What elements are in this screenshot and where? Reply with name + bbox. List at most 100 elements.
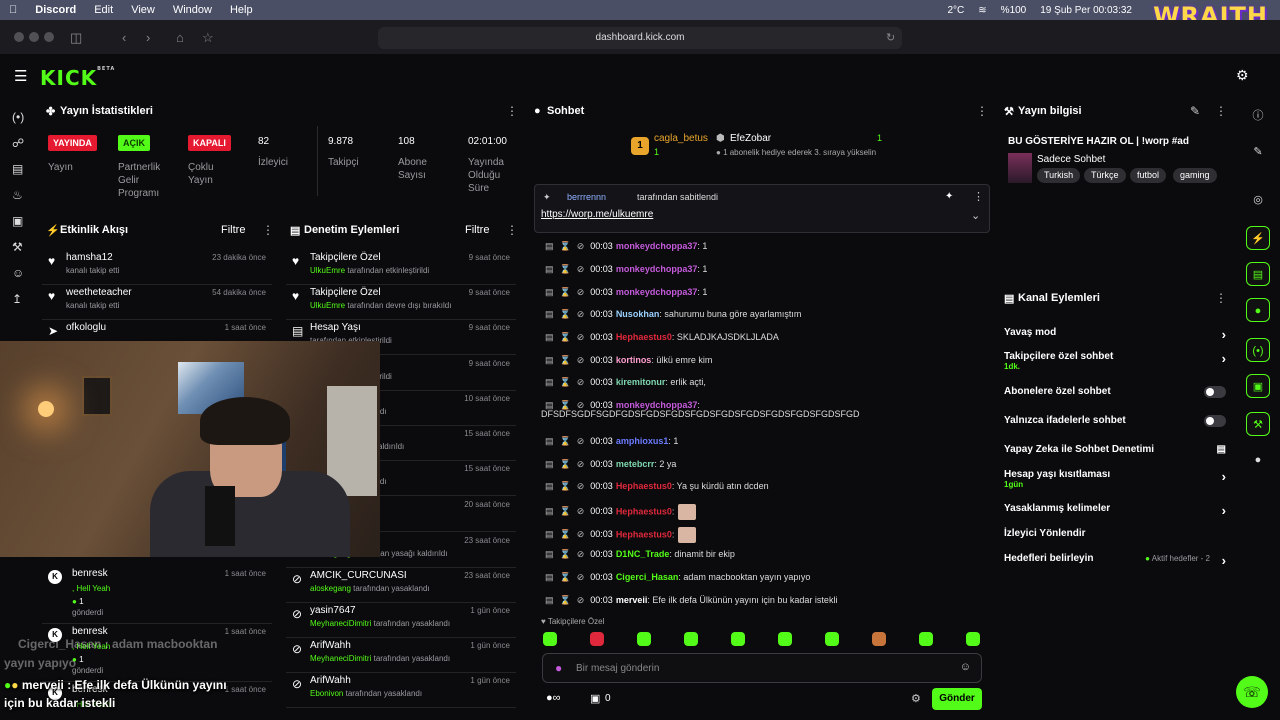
stats-menu-icon[interactable]: ⋮: [506, 104, 518, 118]
chat-settings-icon[interactable]: ⚙: [911, 692, 921, 705]
wrench-icon[interactable]: ⚒: [12, 240, 23, 254]
chat-username[interactable]: Hephaestus0: [616, 529, 672, 539]
chevron-right-icon[interactable]: ›: [1222, 553, 1226, 568]
chat-username[interactable]: monkeydchoppa37: [616, 287, 698, 297]
moderation-moderator[interactable]: aloskegang: [310, 584, 351, 593]
delete-icon[interactable]: ▤: [545, 309, 554, 319]
chat-username[interactable]: Cigerci_Hasan: [616, 572, 679, 582]
chat-username[interactable]: Hephaestus0: [616, 506, 672, 516]
tool-icon[interactable]: ⚒: [1246, 412, 1270, 436]
emoji-icon[interactable]: ☺: [960, 661, 971, 673]
window-zoom-button[interactable]: [44, 32, 54, 42]
timeout-icon[interactable]: ⌛: [560, 436, 571, 446]
loyalty-points-icon[interactable]: ●∞: [546, 692, 561, 704]
moderation-moderator[interactable]: MeyhaneciDimitri: [310, 619, 371, 628]
emote-button[interactable]: [590, 632, 604, 646]
pinned-link[interactable]: https://worp.me/ulkuemre: [541, 209, 653, 220]
delete-icon[interactable]: ▤: [545, 377, 554, 387]
pinned-by-user[interactable]: berrrennn: [567, 192, 606, 202]
sidebar-toggle-icon[interactable]: ◫: [70, 30, 82, 46]
unpin-icon[interactable]: ✦: [945, 191, 953, 202]
channel-action-row[interactable]: Yasaklanmış kelimeler ›: [1004, 503, 1226, 518]
tag-chip[interactable]: gaming: [1173, 168, 1217, 183]
pinned-menu-icon[interactable]: ⋮: [973, 190, 984, 203]
timeout-icon[interactable]: ⌛: [560, 332, 571, 342]
ban-icon[interactable]: ⊘: [577, 459, 585, 469]
activity-user[interactable]: benresk: [72, 568, 108, 579]
timeout-icon[interactable]: ⌛: [560, 309, 571, 319]
toggle-switch[interactable]: [1204, 415, 1226, 427]
address-bar[interactable]: dashboard.kick.com: [378, 27, 902, 49]
channel-action-row[interactable]: Yalnızca ifadelerle sohbet: [1004, 415, 1226, 427]
delete-icon[interactable]: ▤: [545, 529, 554, 539]
timeout-icon[interactable]: ⌛: [560, 287, 571, 297]
delete-icon[interactable]: ▤: [545, 264, 554, 274]
channel-action-row[interactable]: Yavaş mod ›: [1004, 327, 1226, 342]
emote-button[interactable]: [778, 632, 792, 646]
menu-edit[interactable]: Edit: [85, 4, 122, 16]
moderation-moderator[interactable]: UlkuEmre: [310, 266, 345, 275]
apple-icon[interactable]: : [0, 4, 26, 16]
moderation-moderator[interactable]: MeyhaneciDimitri: [310, 654, 371, 663]
menu-window[interactable]: Window: [164, 4, 221, 16]
delete-icon[interactable]: ▤: [545, 287, 554, 297]
channel-action-row[interactable]: Takipçilere özel sohbet 1dk. ›: [1004, 351, 1226, 371]
microphone-icon[interactable]: ●: [555, 661, 562, 675]
trophy-icon[interactable]: ♨: [12, 188, 23, 202]
ban-icon[interactable]: ⊘: [577, 549, 585, 559]
activity-user[interactable]: hamsha12: [66, 252, 113, 263]
broadcast-rail-icon[interactable]: (•): [1246, 338, 1270, 362]
analytics-icon[interactable]: ▤: [12, 162, 23, 176]
chevron-down-icon[interactable]: ⌄: [971, 209, 980, 222]
edit-icon[interactable]: ✎: [1190, 104, 1200, 118]
link-icon[interactable]: ☍: [12, 136, 24, 150]
delete-icon[interactable]: ▤: [545, 572, 554, 582]
window-minimize-button[interactable]: [29, 32, 39, 42]
channel-action-row[interactable]: Abonelere özel sohbet: [1004, 386, 1226, 398]
ban-icon[interactable]: ⊘: [577, 309, 585, 319]
ban-icon[interactable]: ⊘: [577, 506, 585, 516]
users-icon[interactable]: ☺: [12, 266, 24, 280]
chat-username[interactable]: kiremitonur: [616, 377, 666, 387]
upload-icon[interactable]: ↥: [12, 292, 22, 306]
channel-action-row[interactable]: Yapay Zeka ile Sohbet Denetimi ▤: [1004, 444, 1226, 455]
activity-user[interactable]: weetheteacher: [66, 287, 132, 298]
toggle-switch[interactable]: [1204, 386, 1226, 398]
leaderboard-user[interactable]: cagla_betus: [654, 133, 708, 144]
chat-input-field[interactable]: ● Bir mesaj gönderin ☺: [542, 653, 982, 683]
moderation-moderator[interactable]: Ebonivon: [310, 689, 343, 698]
chat-username[interactable]: monkeydchoppa37: [616, 241, 698, 251]
chevron-right-icon[interactable]: ›: [1222, 327, 1226, 342]
external-chart-icon[interactable]: ▤: [1217, 444, 1226, 455]
support-icon[interactable]: ☏: [1236, 676, 1268, 708]
bookmark-icon[interactable]: ☆: [202, 30, 214, 46]
moderation-target[interactable]: Takipçilere Özel: [310, 287, 381, 298]
forward-icon[interactable]: ›: [146, 30, 150, 45]
timeout-icon[interactable]: ⌛: [560, 264, 571, 274]
chat-bubble-icon[interactable]: ●: [1246, 298, 1270, 322]
delete-icon[interactable]: ▤: [545, 506, 554, 516]
activity-user[interactable]: benresk: [72, 626, 108, 637]
activity-filter-button[interactable]: Filtre: [221, 224, 245, 236]
emote-button[interactable]: [966, 632, 980, 646]
tag-chip[interactable]: Türkçe: [1084, 168, 1126, 183]
stream-info-menu-icon[interactable]: ⋮: [1215, 104, 1227, 118]
ban-icon[interactable]: ⊘: [577, 287, 585, 297]
reload-icon[interactable]: ↻: [886, 31, 895, 44]
chevron-right-icon[interactable]: ›: [1222, 469, 1226, 484]
timeout-icon[interactable]: ⌛: [560, 549, 571, 559]
wifi-icon[interactable]: ≋: [978, 5, 986, 16]
menu-app-name[interactable]: Discord: [26, 4, 85, 16]
channel-action-row[interactable]: Hesap yaşı kısıtlaması 1gün ›: [1004, 469, 1226, 489]
chat-username[interactable]: amphioxus1: [616, 436, 669, 446]
moderation-target[interactable]: ArifWahh: [310, 675, 351, 686]
ban-icon[interactable]: ⊘: [577, 264, 585, 274]
ban-icon[interactable]: ⊘: [577, 529, 585, 539]
timeout-icon[interactable]: ⌛: [560, 459, 571, 469]
menu-help[interactable]: Help: [221, 4, 262, 16]
moderation-target[interactable]: ArifWahh: [310, 640, 351, 651]
tag-chip[interactable]: futbol: [1130, 168, 1167, 183]
category-thumbnail[interactable]: [1008, 153, 1032, 183]
ban-icon[interactable]: ⊘: [577, 436, 585, 446]
timeout-icon[interactable]: ⌛: [560, 355, 571, 365]
